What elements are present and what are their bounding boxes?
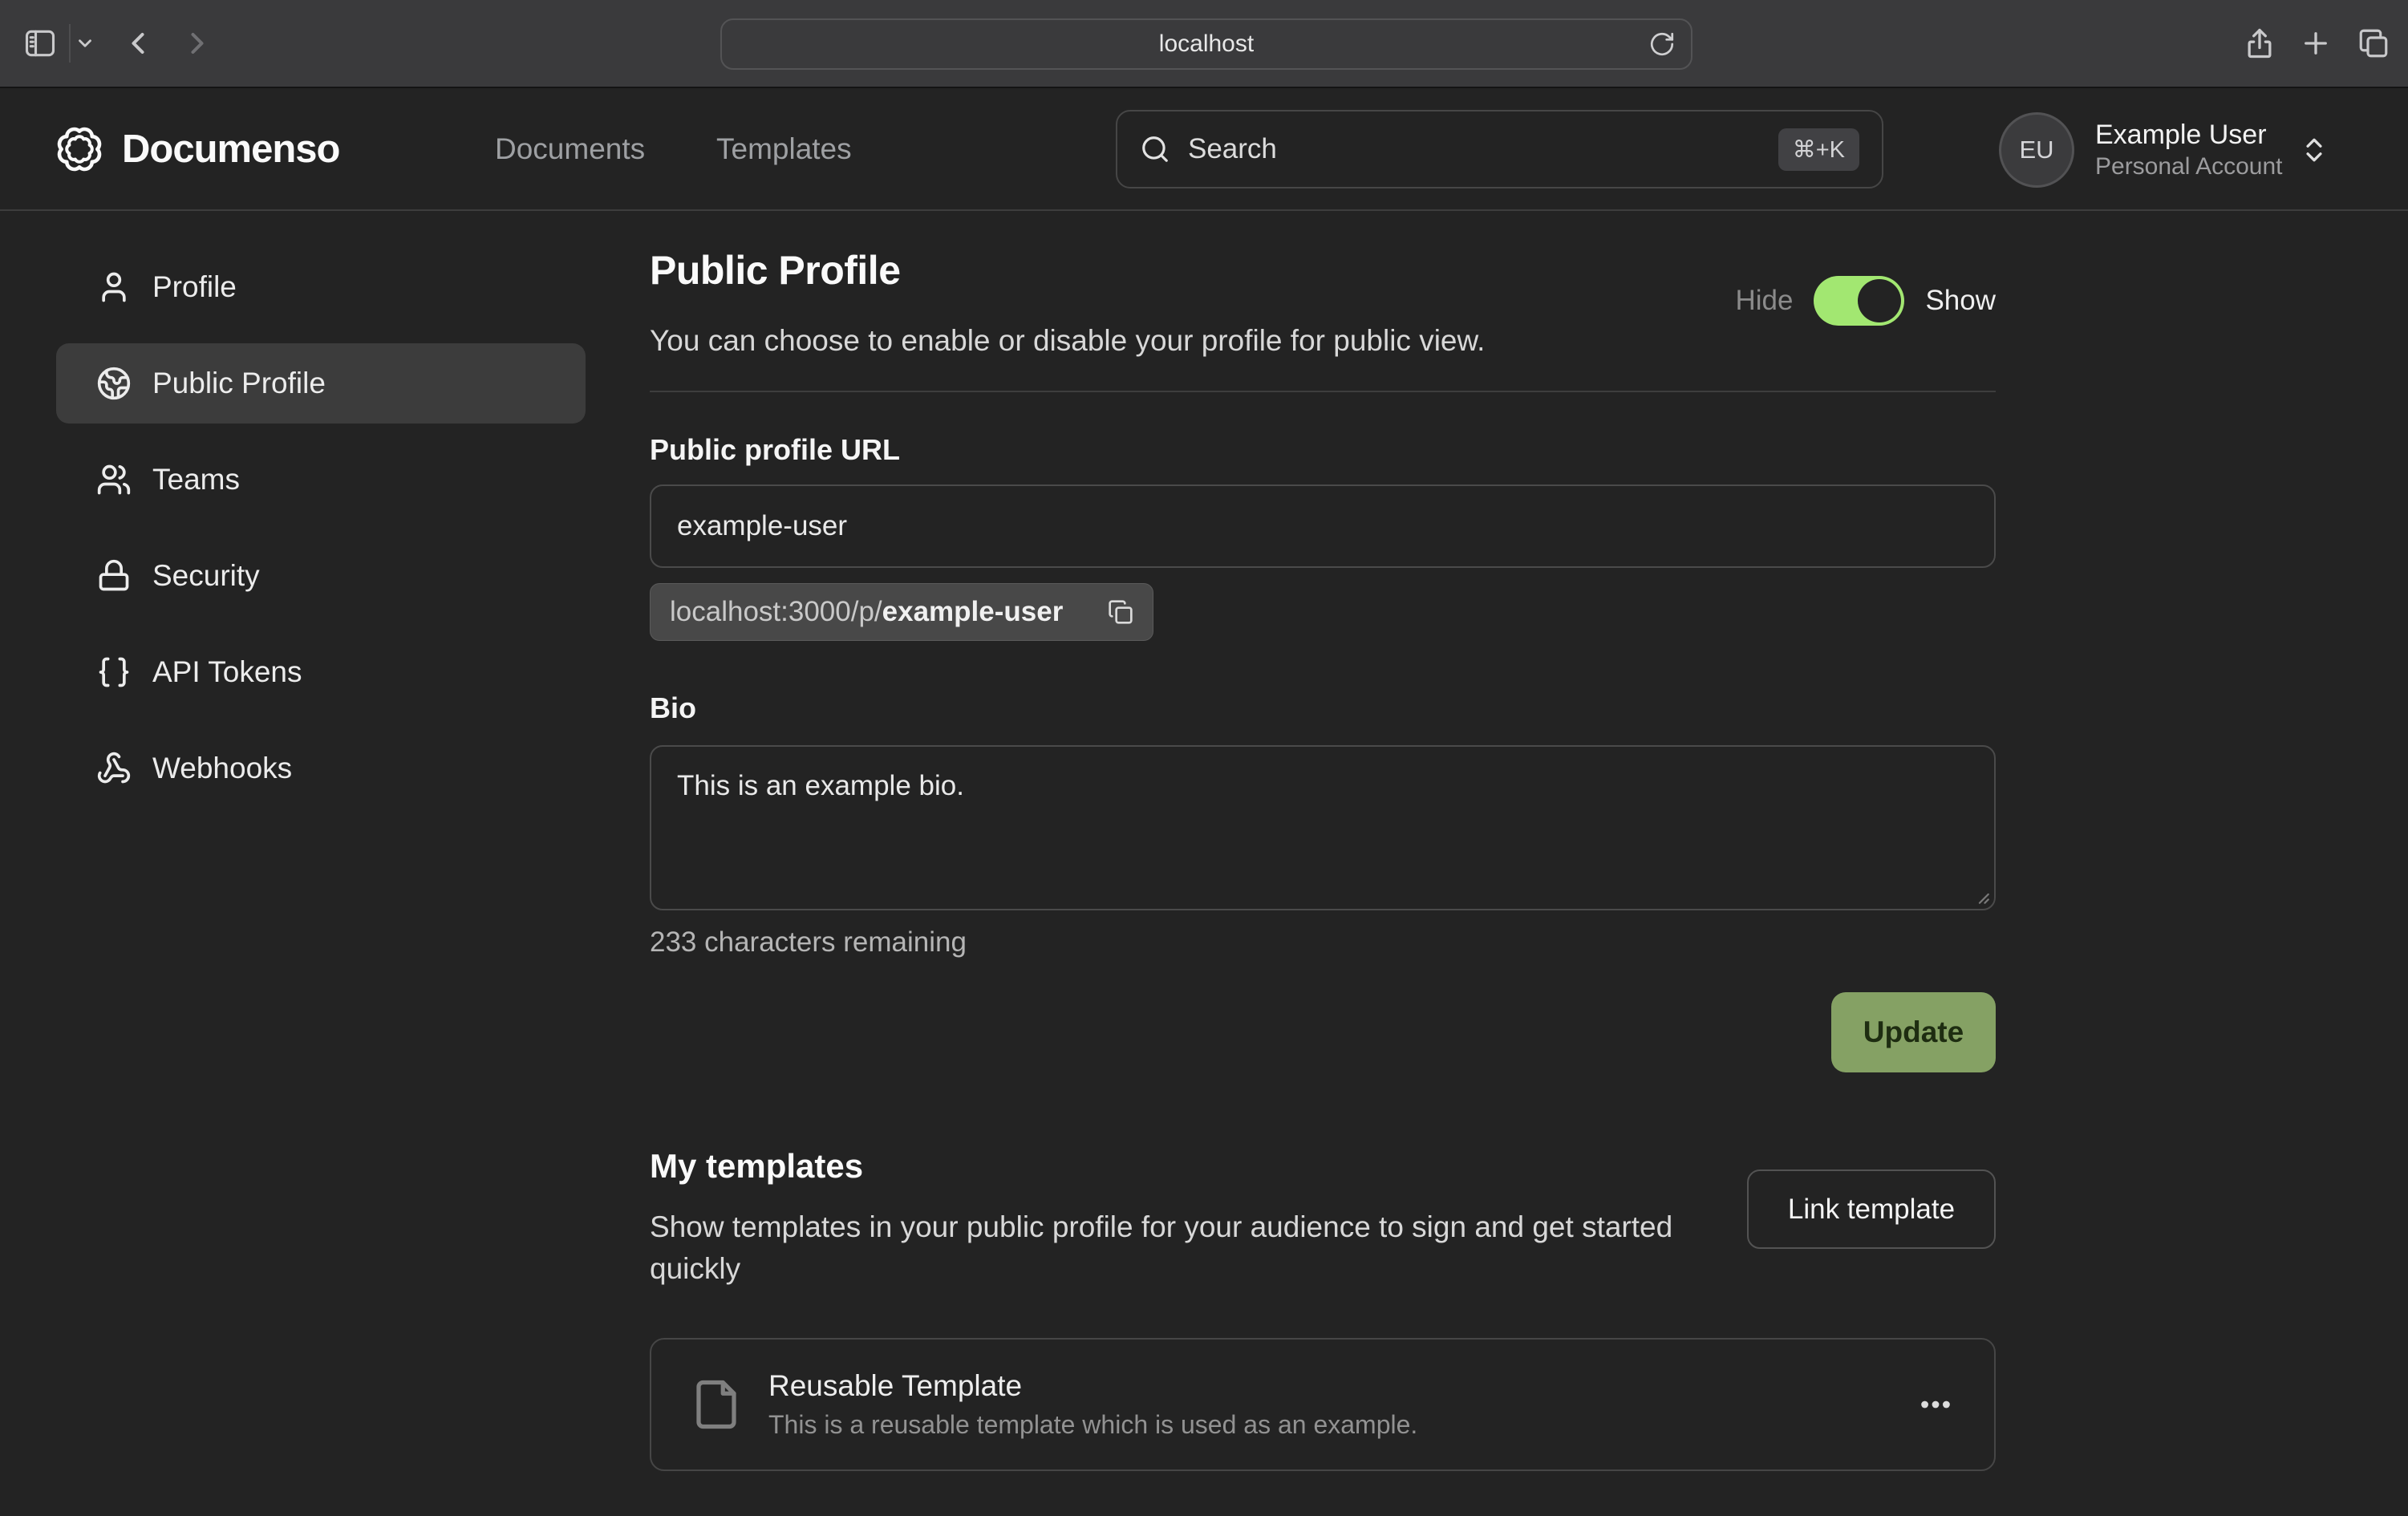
braces-icon bbox=[96, 655, 132, 690]
sidebar-item-security[interactable]: Security bbox=[56, 536, 586, 616]
toggle-show-label: Show bbox=[1925, 285, 1996, 317]
sidebar-toggle-button[interactable] bbox=[19, 22, 61, 64]
bio-field-wrap: This is an example bio. bbox=[650, 745, 1996, 910]
profile-visibility-toggle[interactable] bbox=[1814, 276, 1904, 326]
avatar-initials: EU bbox=[2019, 136, 2053, 164]
templates-section-title: My templates bbox=[650, 1147, 863, 1186]
template-title: Reusable Template bbox=[768, 1369, 1417, 1403]
sidebar-item-label: Webhooks bbox=[152, 752, 292, 785]
chevrons-up-down-icon bbox=[2299, 135, 2329, 165]
user-icon bbox=[96, 270, 132, 305]
chevron-down-icon bbox=[75, 33, 95, 54]
section-divider bbox=[650, 391, 1996, 392]
sidebar-item-label: Profile bbox=[152, 270, 237, 304]
share-url-slug: example-user bbox=[882, 596, 1064, 627]
users-icon bbox=[96, 462, 132, 497]
template-card: Reusable Template This is a reusable tem… bbox=[650, 1338, 1996, 1471]
page-title: Public Profile bbox=[650, 247, 901, 294]
sidebar-item-webhooks[interactable]: Webhooks bbox=[56, 728, 586, 809]
share-button[interactable] bbox=[2239, 22, 2280, 64]
sidebar-item-label: Public Profile bbox=[152, 367, 326, 400]
globe-icon bbox=[96, 366, 132, 401]
user-account-type: Personal Account bbox=[2095, 152, 2291, 182]
settings-sidebar: Profile Public Profile Teams Security AP… bbox=[56, 247, 586, 809]
characters-remaining: 233 characters remaining bbox=[650, 926, 967, 959]
sidebar-item-label: API Tokens bbox=[152, 655, 302, 689]
chevron-right-icon bbox=[180, 26, 215, 61]
page-description: You can choose to enable or disable your… bbox=[650, 324, 1485, 358]
bio-label: Bio bbox=[650, 691, 696, 725]
user-text: Example User Personal Account bbox=[2095, 118, 2291, 182]
public-profile-page: Public Profile You can choose to enable … bbox=[650, 0, 1996, 1516]
nav-documents[interactable]: Documents bbox=[495, 132, 645, 166]
share-url: localhost:3000/p/example-user bbox=[670, 596, 1063, 628]
back-button[interactable] bbox=[117, 22, 159, 64]
sidebar-item-public-profile[interactable]: Public Profile bbox=[56, 343, 586, 424]
sidebar-item-label: Security bbox=[152, 559, 260, 593]
profile-url-label: Public profile URL bbox=[650, 433, 900, 467]
templates-section-description: Show templates in your public profile fo… bbox=[650, 1206, 1725, 1290]
file-icon bbox=[690, 1372, 743, 1437]
template-description: This is a reusable template which is use… bbox=[768, 1410, 1417, 1440]
user-name: Example User bbox=[2095, 118, 2291, 152]
bio-textarea[interactable]: This is an example bio. bbox=[650, 745, 1996, 910]
tab-group-menu-button[interactable] bbox=[67, 22, 103, 64]
forward-button[interactable] bbox=[176, 22, 218, 64]
tab-overview-button[interactable] bbox=[2353, 22, 2394, 64]
template-card-text: Reusable Template This is a reusable tem… bbox=[768, 1369, 1417, 1440]
share-url-prefix: localhost:3000/p/ bbox=[670, 596, 882, 627]
tabs-icon bbox=[2357, 26, 2390, 60]
brand-name: Documenso bbox=[122, 127, 339, 172]
avatar: EU bbox=[1999, 112, 2074, 188]
sidebar-panel-icon bbox=[22, 26, 58, 61]
sidebar-item-profile[interactable]: Profile bbox=[56, 247, 586, 327]
ellipsis-icon bbox=[1917, 1386, 1954, 1423]
copy-icon bbox=[1108, 599, 1133, 625]
resize-handle[interactable] bbox=[1970, 885, 1991, 906]
profile-visibility-control: Hide Show bbox=[1735, 276, 1996, 326]
new-tab-button[interactable] bbox=[2295, 22, 2337, 64]
template-menu-button[interactable] bbox=[1907, 1376, 1964, 1433]
toggle-knob bbox=[1858, 279, 1901, 322]
webhook-icon bbox=[96, 751, 132, 786]
sidebar-item-api-tokens[interactable]: API Tokens bbox=[56, 632, 586, 712]
brand-logo-link[interactable]: Documenso bbox=[55, 124, 339, 174]
profile-url-input[interactable] bbox=[650, 484, 1996, 568]
plus-icon bbox=[2299, 26, 2333, 60]
link-template-button[interactable]: Link template bbox=[1747, 1169, 1996, 1249]
user-menu-button[interactable]: EU Example User Personal Account bbox=[1999, 106, 2329, 194]
chevron-left-icon bbox=[120, 26, 156, 61]
update-button[interactable]: Update bbox=[1831, 992, 1996, 1072]
share-icon bbox=[2242, 26, 2277, 61]
documenso-logo-icon bbox=[55, 124, 104, 174]
lock-icon bbox=[96, 558, 132, 594]
toggle-hide-label: Hide bbox=[1735, 285, 1793, 317]
profile-url-copy-button[interactable]: localhost:3000/p/example-user bbox=[650, 583, 1153, 641]
sidebar-item-teams[interactable]: Teams bbox=[56, 440, 586, 520]
sidebar-item-label: Teams bbox=[152, 463, 240, 497]
